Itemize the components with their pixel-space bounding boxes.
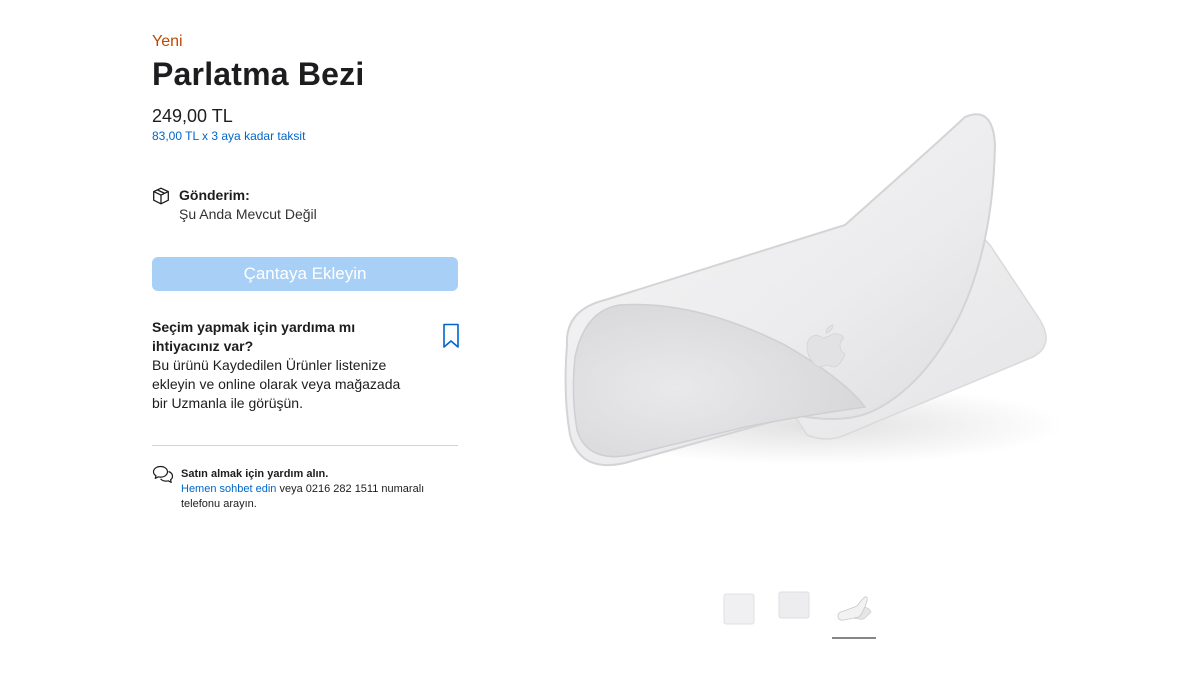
new-badge: Yeni	[152, 33, 183, 50]
thumbnail-1[interactable]	[716, 588, 760, 630]
chat-help-title: Satın almak için yardım alın.	[181, 468, 329, 480]
shipping-info: Gönderim: Şu Anda Mevcut Değil	[152, 186, 462, 226]
chat-bubbles-icon	[152, 465, 174, 483]
help-section: Seçim yapmak için yardıma mı ihtiyacınız…	[152, 318, 462, 413]
product-page: Yeni Parlatma Bezi 249,00 TL 83,00 TL x …	[0, 0, 1200, 675]
section-divider	[152, 445, 458, 446]
product-image-polishing-cloth	[564, 113, 1065, 467]
add-to-bag-button[interactable]: Çantaya Ekleyin	[152, 257, 458, 291]
chat-now-link[interactable]: Hemen sohbet edin	[181, 483, 276, 495]
image-thumbnails	[712, 588, 892, 643]
thumbnail-selected-indicator	[832, 637, 876, 639]
help-title: Seçim yapmak için yardıma mı ihtiyacınız…	[152, 319, 356, 354]
product-price: 249,00 TL	[152, 106, 233, 126]
product-title: Parlatma Bezi	[152, 56, 365, 92]
thumbnail-2[interactable]	[771, 588, 815, 630]
shipping-label: Gönderim:	[179, 187, 250, 203]
thumbnail-3[interactable]	[832, 588, 876, 630]
chat-help-text: Satın almak için yardım alın. Hemen sohbe…	[181, 467, 461, 512]
package-icon	[153, 187, 169, 205]
shipping-status: Şu Anda Mevcut Değil	[179, 206, 317, 222]
bookmark-icon[interactable]	[442, 323, 460, 349]
installment-link[interactable]: 83,00 TL x 3 aya kadar taksit	[152, 129, 305, 143]
help-text: Bu ürünü Kaydedilen Ürünler listenize ek…	[152, 357, 401, 411]
